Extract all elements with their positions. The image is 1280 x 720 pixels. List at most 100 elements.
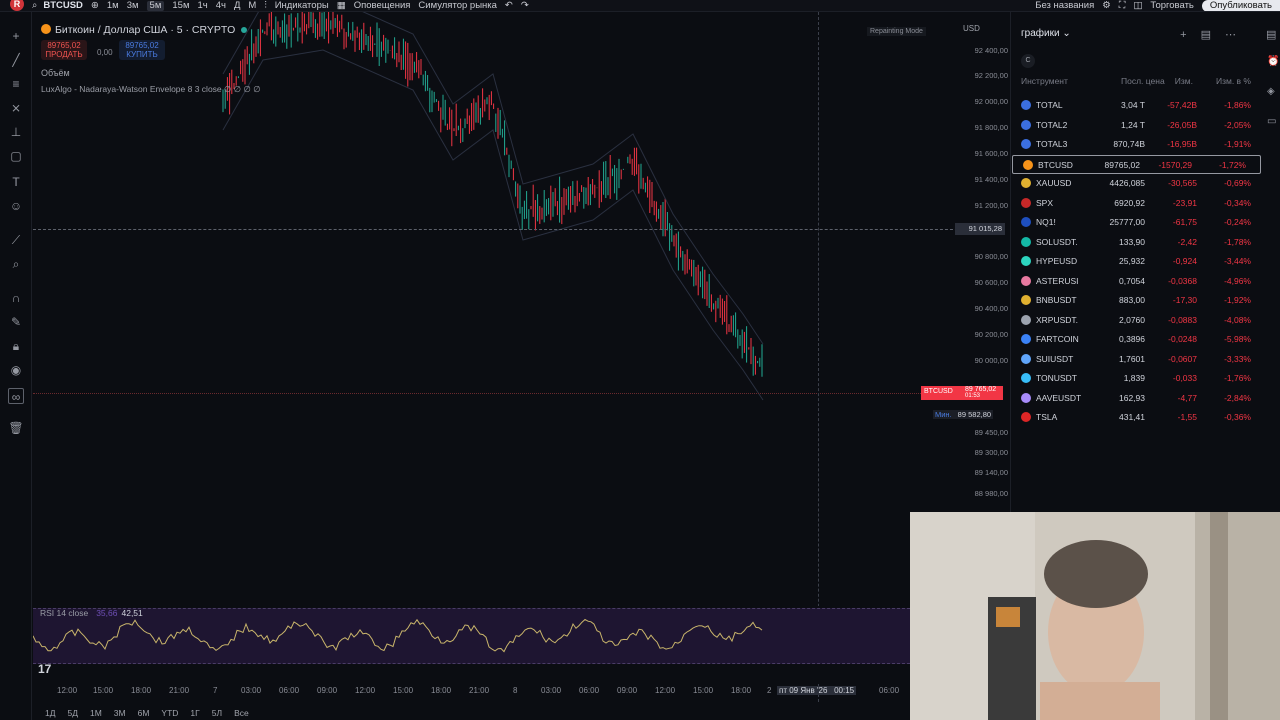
watchlist-row[interactable]: TOTAL2 1,24 T -26,05B -2,05% (1011, 116, 1265, 136)
instrument-name: TOTAL3 (1036, 139, 1068, 149)
add-symbol-icon[interactable]: + (1180, 29, 1200, 41)
time-label: 09:00 (317, 686, 338, 695)
range-button[interactable]: 5Л (212, 708, 222, 718)
range-button[interactable]: Все (234, 708, 249, 718)
price-change: -2,42 (1177, 236, 1197, 247)
alerts-icon[interactable]: ⏰ (1267, 56, 1279, 67)
layout-icon[interactable]: ▤ (1201, 29, 1225, 41)
range-button[interactable]: 6М (138, 708, 150, 718)
watchlist-row[interactable]: SPX 6920,92 -23,91 -0,34% (1011, 194, 1265, 214)
price-chart[interactable]: Биткоин / Доллар США · 5 · CRYPTO 89765,… (33, 12, 1008, 702)
icons-icon[interactable]: ☺ (8, 198, 24, 214)
fib-icon[interactable]: ≡ (8, 76, 24, 92)
publish-button[interactable]: Опубликовать (1201, 0, 1280, 11)
crosshair-icon[interactable]: + (8, 28, 24, 44)
lock-icon[interactable]: 🔒︎ (8, 338, 24, 354)
watchlist-row[interactable]: TONUSDT 1,839 -0,033 -1,76% (1011, 369, 1265, 389)
rsi-pane[interactable]: RSI 14 close 35,66 42,51 (33, 606, 910, 682)
magnet-icon[interactable]: ∩ (8, 290, 24, 306)
settings-icon[interactable]: ⚙ (1102, 1, 1111, 11)
indicators-button[interactable]: Индикаторы (275, 0, 329, 11)
stay-drawing-icon[interactable]: ✎ (8, 314, 24, 330)
layout-name[interactable]: Без названия (1035, 1, 1094, 11)
simulator-button[interactable]: Симулятор рынка (418, 0, 497, 11)
trash-icon[interactable]: 🗑︎ (8, 420, 24, 436)
projection-icon[interactable]: ⊥ (8, 124, 24, 140)
interval-3m[interactable]: 3м (127, 0, 139, 11)
time-axis[interactable]: пт 09 Янв '26 00:15 06:00 12:00 15:00 18:0… (33, 686, 910, 698)
interval-5m[interactable]: 5м (146, 0, 165, 11)
fullscreen-icon[interactable]: ⛶ (1119, 1, 1126, 11)
ruler-icon[interactable]: ⟋ (8, 232, 24, 248)
trendline-icon[interactable]: ╱ (8, 52, 24, 68)
watchlist-row[interactable]: ASTERUSI 0,7054 -0,0368 -4,96% (1011, 272, 1265, 292)
zoom-icon[interactable]: ⌕ (8, 256, 24, 272)
watchlist-row[interactable]: SOLUSDT. 133,90 -2,42 -1,78% (1011, 233, 1265, 253)
interval-1m[interactable]: 1м (107, 0, 119, 11)
col-instrument[interactable]: Инструмент (1021, 76, 1068, 86)
shapes-icon[interactable]: ▢ (8, 148, 24, 164)
instrument-icon (1021, 295, 1031, 305)
range-button[interactable]: 1М (90, 708, 102, 718)
interval-4h[interactable]: 4ч (216, 0, 226, 11)
watchlist-row[interactable]: BNBUSDT 883,00 -17,30 -1,92% (1011, 291, 1265, 311)
range-button[interactable]: 1Д (45, 708, 55, 718)
range-button[interactable]: 3М (114, 708, 126, 718)
last-price: 6920,92 (1114, 197, 1145, 208)
range-button[interactable]: 5Д (67, 708, 77, 718)
watchlist-row[interactable]: FARTCOIN 0,3896 -0,0248 -5,98% (1011, 330, 1265, 350)
interval-m[interactable]: М (248, 0, 256, 11)
watchlist-c-badge[interactable]: C (1021, 54, 1035, 68)
text-icon[interactable]: T (8, 174, 24, 190)
spread-value: 0,00 (97, 48, 113, 57)
range-button[interactable]: 1Г (190, 708, 199, 718)
sell-button[interactable]: 89765,02 ПРОДАТЬ (41, 40, 87, 60)
last-price: 870,74B (1113, 139, 1145, 149)
instrument-name: ASTERUSI (1036, 275, 1079, 286)
col-change-pct[interactable]: Изм. в % (1216, 76, 1251, 86)
time-label: 06:00 (879, 686, 900, 695)
col-last[interactable]: Посл. цена (1121, 76, 1165, 86)
trade-button[interactable]: Торговать (1150, 1, 1193, 11)
interval-15m[interactable]: 15м (172, 0, 189, 11)
watchlist-row[interactable]: AAVEUSDT 162,93 -4,77 -2,84% (1011, 389, 1265, 409)
watchlist-row[interactable]: TOTAL3 870,74B -16,95B -1,91% (1011, 135, 1265, 155)
interval-1h[interactable]: 1ч (197, 0, 207, 11)
data-window-icon[interactable]: ◈ (1267, 86, 1275, 97)
candles-icon[interactable]: ⫶ (264, 0, 266, 11)
instrument-name: SUIUSDT (1036, 353, 1074, 364)
watchlist-title[interactable]: графики ⌄ (1021, 28, 1071, 39)
watchlist-row[interactable]: TOTAL 3,04 T -57,42B -1,86% (1011, 96, 1265, 116)
search-icon[interactable]: ⌕ (32, 0, 37, 11)
watchlist-row[interactable]: TSLA 431,41 -1,55 -0,36% (1011, 408, 1265, 428)
alerts-button[interactable]: Оповещения (354, 0, 411, 11)
chat-icon[interactable]: ▭ (1267, 116, 1276, 127)
range-button[interactable]: YTD (161, 708, 178, 718)
app-logo[interactable]: R (10, 0, 24, 11)
symbol-search[interactable]: BTCUSD (43, 0, 83, 11)
interval-d[interactable]: Д (234, 0, 240, 11)
templates-icon[interactable]: ▦ (337, 0, 346, 11)
compare-icon[interactable]: ⊕ (91, 0, 99, 11)
col-change[interactable]: Изм. (1175, 76, 1193, 86)
indicator-legend[interactable]: LuxAlgo - Nadaraya-Watson Envelope 8 3 c… (41, 84, 261, 95)
eye-icon[interactable]: ◉ (8, 362, 24, 378)
volume-legend[interactable]: Объём (41, 68, 70, 78)
watchlist-row[interactable]: SUIUSDT 1,7601 -0,0607 -3,33% (1011, 350, 1265, 370)
watchlist-row[interactable]: HYPEUSD 25,932 -0,924 -3,44% (1011, 252, 1265, 272)
more-icon[interactable]: ⋯ (1225, 29, 1250, 41)
rsi-legend[interactable]: RSI 14 close 35,66 42,51 (40, 608, 143, 618)
pattern-icon[interactable]: ⨯ (8, 100, 24, 116)
link-icon[interactable]: ∞ (8, 388, 24, 404)
watchlist-row[interactable]: XAUUSD 4426,085 -30,565 -0,69% (1011, 174, 1265, 194)
redo-icon[interactable]: ↷ (521, 0, 529, 11)
watchlist-icon[interactable]: ▤ (1266, 28, 1276, 41)
watchlist-row[interactable]: XRPUSDT. 2,0760 -0,0883 -4,08% (1011, 311, 1265, 331)
watchlist-row[interactable]: NQ1! 25777,00 -61,75 -0,24% (1011, 213, 1265, 233)
watchlist-row[interactable]: BTCUSD 89765,02 -1570,29 -1,72% (1012, 154, 1261, 174)
tradingview-logo[interactable]: 17 (38, 662, 51, 676)
undo-icon[interactable]: ↶ (505, 0, 513, 11)
price-change: -1570,29 (1158, 159, 1192, 170)
buy-button[interactable]: 89765,02 КУПИТЬ (119, 40, 165, 60)
snapshot-icon[interactable]: ◫ (1133, 1, 1142, 11)
